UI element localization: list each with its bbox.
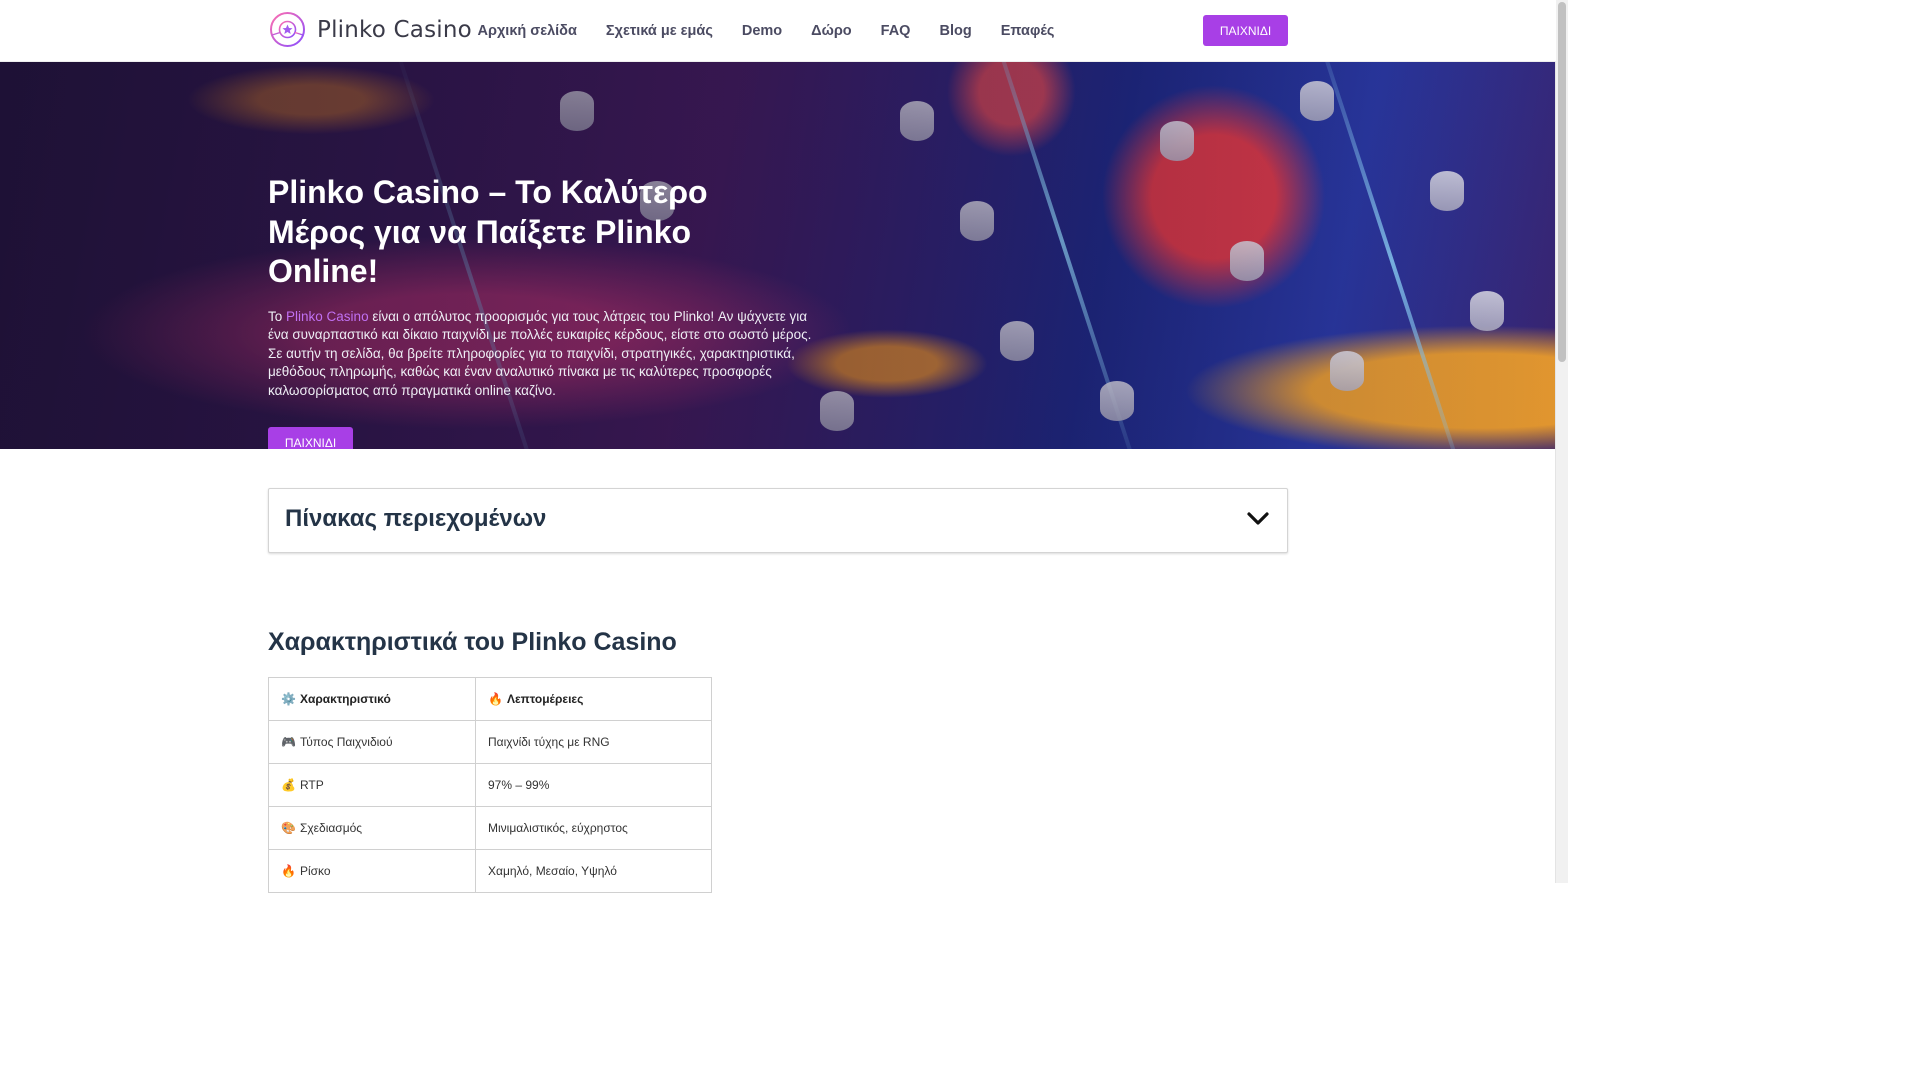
fire-icon: 🔥: [488, 692, 503, 706]
hero-section: Plinko Casino – Το Καλύτερο Μέρος για να…: [0, 61, 1556, 449]
table-row: 💰 RTP 97% – 99%: [268, 763, 712, 807]
table-header-cell: ⚙️ Χαρακτηριστικό: [268, 677, 476, 721]
chevron-down-icon[interactable]: [1246, 509, 1270, 527]
logo[interactable]: Plinko Casino: [269, 11, 472, 48]
nav-contact[interactable]: Επαφές: [986, 23, 1069, 39]
hero-casino-link[interactable]: Plinko Casino: [286, 309, 369, 324]
header-play-button[interactable]: ΠΑΙΧΝΙΔΙ: [1203, 15, 1288, 46]
features-table: ⚙️ Χαρακτηριστικό 🔥 Λεπτομέρειες 🎮 Τύπος Πα…: [268, 677, 712, 893]
table-cell: 🎨 Σχεδιασμός: [268, 806, 476, 850]
table-cell: 97% – 99%: [475, 763, 712, 807]
table-cell: Χαμηλό, Μεσαίο, Υψηλό: [475, 849, 712, 893]
toc-title: Πίνακας περιεχομένων: [285, 505, 547, 532]
table-header-row: ⚙️ Χαρακτηριστικό 🔥 Λεπτομέρειες: [268, 677, 712, 721]
logo-text: Plinko Casino: [317, 16, 472, 43]
hero-description: Το Plinko Casino είναι ο απόλυτος προορι…: [268, 309, 812, 398]
nav-gift[interactable]: Δώρο: [797, 23, 867, 39]
gear-icon: ⚙️: [281, 692, 296, 706]
table-cell: 💰 RTP: [268, 763, 476, 807]
logo-icon: [270, 12, 305, 47]
nav-faq[interactable]: FAQ: [866, 23, 925, 39]
scrollbar-thumb[interactable]: [1558, 2, 1566, 362]
main-nav: Αρχική σελίδα Σχετικά με εμάς Demo Δώρο …: [463, 0, 1069, 61]
table-of-contents[interactable]: Πίνακας περιεχομένων: [268, 488, 1288, 553]
table-cell: Μινιμαλιστικός, εύχρηστος: [475, 806, 712, 850]
site-header: Plinko Casino Αρχική σελίδα Σχετικά με ε…: [0, 0, 1556, 62]
nav-about[interactable]: Σχετικά με εμάς: [591, 23, 727, 39]
nav-demo[interactable]: Demo: [727, 23, 796, 39]
table-cell: 🔥 Ρίσκο: [268, 849, 476, 893]
money-bag-icon: 💰: [281, 778, 296, 792]
hero-play-button[interactable]: ΠΑΙΧΝΙΔΙ: [268, 427, 353, 449]
gamepad-icon: 🎮: [281, 735, 296, 749]
table-header-cell: 🔥 Λεπτομέρειες: [475, 677, 712, 721]
page-scrollbar[interactable]: [1555, 0, 1568, 883]
features-heading: Χαρακτηριστικά του Plinko Casino: [268, 628, 677, 656]
table-row: 🎨 Σχεδιασμός Μινιμαλιστικός, εύχρηστος: [268, 806, 712, 850]
table-row: 🎮 Τύπος Παιχνιδιού Παιχνίδι τύχης με RNG: [268, 720, 712, 764]
nav-home[interactable]: Αρχική σελίδα: [463, 23, 591, 39]
table-row: 🔥 Ρίσκο Χαμηλό, Μεσαίο, Υψηλό: [268, 849, 712, 893]
hero-title: Plinko Casino – Το Καλύτερο Μέρος για να…: [268, 174, 708, 289]
table-cell: 🎮 Τύπος Παιχνιδιού: [268, 720, 476, 764]
table-cell: Παιχνίδι τύχης με RNG: [475, 720, 712, 764]
palette-icon: 🎨: [281, 821, 296, 835]
nav-blog[interactable]: Blog: [925, 23, 986, 39]
fire-icon: 🔥: [281, 864, 296, 878]
